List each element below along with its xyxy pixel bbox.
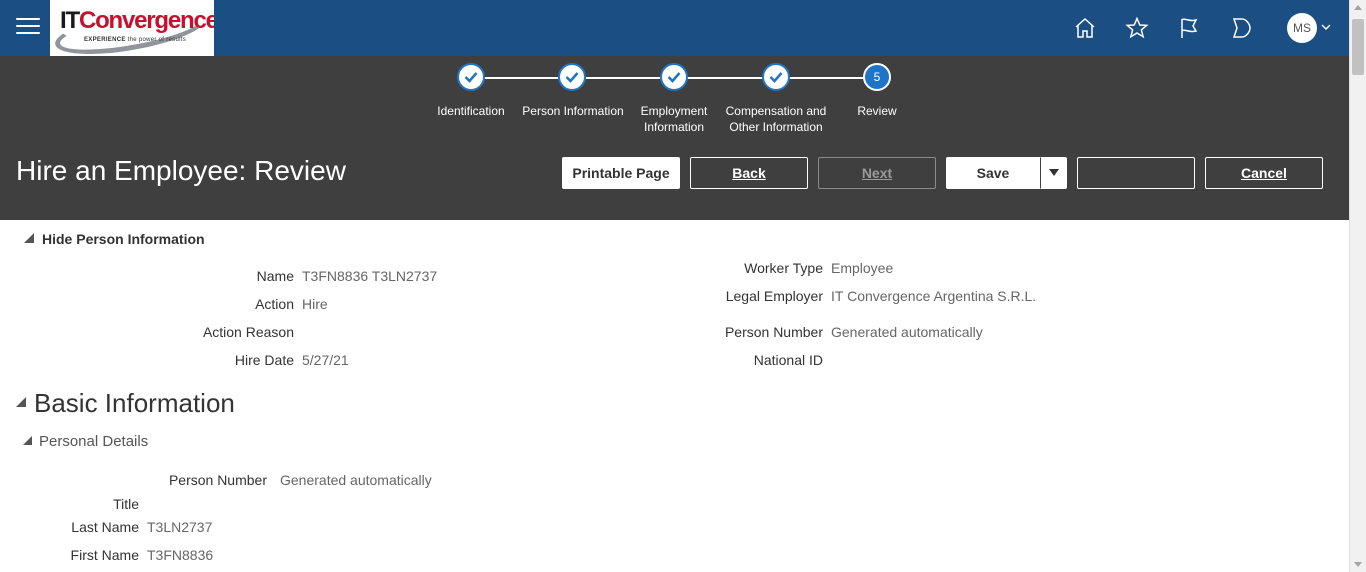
last-name-label: Last Name <box>71 519 139 535</box>
cancel-button[interactable]: Cancel <box>1205 157 1323 189</box>
checkmark-icon <box>769 72 783 83</box>
logo-tagline: EXPERIENCE the power of results <box>84 37 187 43</box>
top-navigation-bar: ITConvergence® EXPERIENCE the power of r… <box>0 0 1366 56</box>
train-step-review[interactable]: 5 <box>863 63 891 91</box>
scroll-up-arrow-icon[interactable] <box>1354 5 1362 10</box>
unlabeled-button[interactable] <box>1077 157 1195 189</box>
name-label: Name <box>256 268 294 284</box>
person-number-value: Generated automatically <box>831 324 983 340</box>
train-step-employment-information[interactable] <box>660 63 688 91</box>
action-value: Hire <box>302 296 328 312</box>
user-avatar[interactable]: MS <box>1287 13 1317 43</box>
name-value: T3FN8836 T3LN2737 <box>302 268 438 284</box>
caret-down-icon <box>1049 169 1059 176</box>
train-step-compensation[interactable] <box>762 63 790 91</box>
scrollbar-thumb[interactable] <box>1352 19 1364 75</box>
action-reason-label: Action Reason <box>202 324 294 340</box>
worker-type-label: Worker Type <box>744 260 823 276</box>
bi-person-number-value: Generated automatically <box>280 472 432 488</box>
collapse-triangle-icon[interactable] <box>24 233 34 243</box>
checkmark-icon <box>667 72 681 83</box>
scroll-down-arrow-icon[interactable] <box>1354 562 1362 567</box>
company-logo[interactable]: ITConvergence® EXPERIENCE the power of r… <box>50 0 214 56</box>
action-label: Action <box>255 296 294 312</box>
logo-wordmark: ITConvergence® <box>60 7 214 34</box>
worker-type-value: Employee <box>831 260 894 276</box>
train-label-person-information[interactable]: Person Information <box>513 103 633 119</box>
bi-person-number-label: Person Number <box>168 472 267 488</box>
save-menu-button[interactable] <box>1040 157 1067 189</box>
home-icon[interactable] <box>1073 16 1097 40</box>
train-step-identification[interactable] <box>457 63 485 91</box>
legal-employer-value: IT Convergence Argentina S.R.L. <box>831 288 1037 304</box>
person-number-label: Person Number <box>724 324 823 340</box>
vertical-scrollbar[interactable] <box>1349 0 1366 572</box>
chevron-down-icon[interactable] <box>1321 23 1331 31</box>
favorites-star-icon[interactable] <box>1125 16 1149 40</box>
personal-details-heading[interactable]: Personal Details <box>39 433 148 450</box>
collapse-triangle-icon[interactable] <box>23 436 32 445</box>
watchlist-flag-icon[interactable] <box>1177 16 1201 40</box>
save-button[interactable]: Save <box>946 157 1040 189</box>
checkmark-icon <box>464 72 478 83</box>
notifications-icon[interactable] <box>1229 16 1253 40</box>
first-name-value: T3FN8836 <box>147 547 214 563</box>
page-title: Hire an Employee: Review <box>16 155 346 186</box>
hire-date-label: Hire Date <box>234 352 294 368</box>
title-label: Title <box>113 496 139 512</box>
basic-information-heading[interactable]: Basic Information <box>34 388 235 419</box>
next-button[interactable]: Next <box>818 157 936 189</box>
last-name-value: T3LN2737 <box>147 519 213 535</box>
train-label-employment-information[interactable]: Employment Information <box>624 103 724 135</box>
printable-page-button[interactable]: Printable Page <box>562 157 680 189</box>
train-label-review[interactable]: Review <box>817 103 937 119</box>
back-button[interactable]: Back <box>690 157 808 189</box>
national-id-label: National ID <box>753 352 823 368</box>
process-header: 5 Identification Person Information Empl… <box>0 56 1349 220</box>
collapse-triangle-icon[interactable] <box>16 397 26 407</box>
checkmark-icon <box>565 72 579 83</box>
hire-date-value: 5/27/21 <box>302 352 349 368</box>
legal-employer-label: Legal Employer <box>725 288 823 304</box>
menu-icon[interactable] <box>16 18 40 38</box>
train-step-person-information[interactable] <box>558 63 586 91</box>
first-name-label: First Name <box>70 547 139 563</box>
hide-person-information-toggle[interactable]: Hide Person Information <box>42 231 205 247</box>
